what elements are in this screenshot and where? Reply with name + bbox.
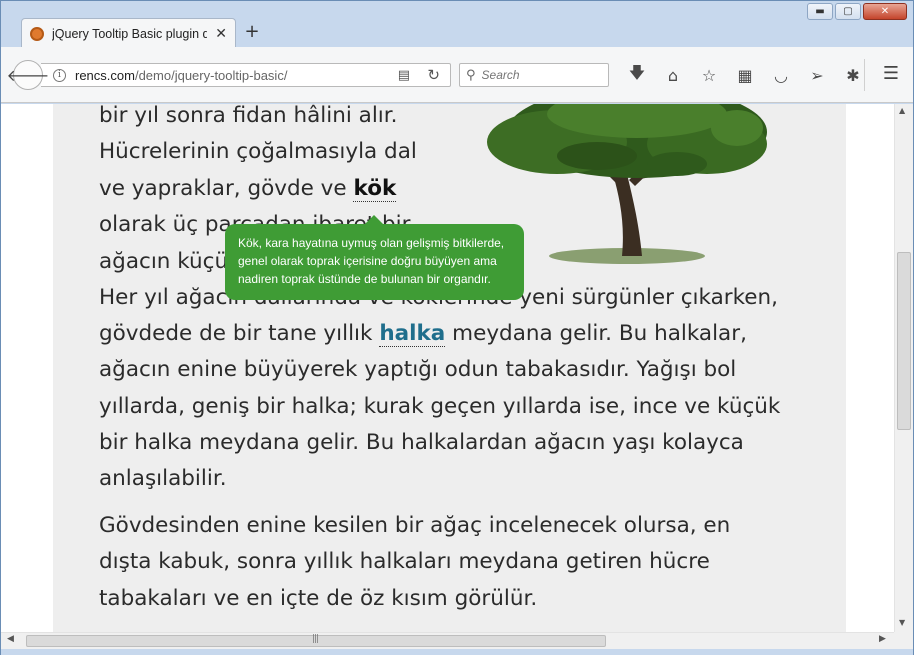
share-icon[interactable]: ➢ xyxy=(799,63,835,87)
tooltip-popup: Kök, kara hayatına uymuş olan gelişmiş b… xyxy=(225,215,524,300)
text-segment: meydana gelir. Bu halkalar, xyxy=(445,321,747,346)
text-line: tabakaları ve en içte de öz kısım görülü… xyxy=(99,586,538,611)
text-line: dışta kabuk, sonra yıllık halkaları meyd… xyxy=(99,549,710,574)
minimize-button[interactable]: ▬ xyxy=(807,3,833,20)
search-icon: ⚲ xyxy=(466,67,476,83)
url-path: /demo/jquery-tooltip-basic/ xyxy=(134,67,288,83)
site-favicon-icon xyxy=(30,26,44,41)
tab-active[interactable]: jQuery Tooltip Basic plugin d ✕ xyxy=(21,18,236,48)
vertical-scrollbar[interactable]: ▲ ▼ xyxy=(894,104,913,632)
article: bir yıl sonra fidan hâlini alır. Hücrele… xyxy=(53,104,846,632)
text-line: Hücrelerinin çoğalmasıyla dal xyxy=(99,139,417,164)
maximize-button[interactable]: ▢ xyxy=(835,3,861,20)
scroll-up-icon[interactable]: ▲ xyxy=(899,106,905,115)
pocket-icon[interactable]: ◡ xyxy=(763,63,799,87)
text-segment: gövdede de bir tane yıllık xyxy=(99,321,380,346)
navigation-bar: i rencs.com/demo/jquery-tooltip-basic/ ▤… xyxy=(1,47,913,103)
close-window-button[interactable]: ✕ xyxy=(863,3,907,20)
horizontal-scroll-thumb[interactable]: ||| xyxy=(26,634,606,647)
toolbar: 🡇 ⌂ ☆ ▦ ◡ ➢ ✱ xyxy=(619,63,871,87)
text-line: bir yıl sonra fidan hâlini alır. xyxy=(99,104,398,128)
browser-window: jQuery Tooltip Basic plugin d ✕ + ▬ ▢ ✕ … xyxy=(0,0,914,655)
horizontal-scrollbar[interactable]: ◀ ||| ▶ xyxy=(1,632,894,649)
scrollbar-corner xyxy=(894,632,913,649)
reader-view-icon[interactable]: ▤ xyxy=(398,68,410,83)
bookmarks-list-icon[interactable]: ▦ xyxy=(727,63,763,87)
window-bottom-frame xyxy=(1,649,913,655)
window-controls: ▬ ▢ ✕ xyxy=(807,3,907,20)
title-bar: jQuery Tooltip Basic plugin d ✕ + ▬ ▢ ✕ xyxy=(1,1,913,48)
url-host: rencs.com xyxy=(75,67,135,83)
menu-icon[interactable]: ☰ xyxy=(883,63,899,84)
back-button[interactable]: 🡐 xyxy=(7,60,49,90)
tooltip-term-kok[interactable]: kök xyxy=(353,176,397,202)
text-line: ağacın küçük xyxy=(99,249,241,274)
home-icon[interactable]: ⌂ xyxy=(655,63,691,87)
address-bar[interactable]: i rencs.com/demo/jquery-tooltip-basic/ ▤… xyxy=(41,63,451,87)
extension-icon[interactable]: ✱ xyxy=(835,63,871,87)
text-line: Gövdesinden enine kesilen bir ağaç incel… xyxy=(99,513,731,538)
reload-icon[interactable]: ↻ xyxy=(427,66,440,84)
text-line: gövdede de bir tane yıllık halka meydana… xyxy=(99,316,747,353)
page-viewport: bir yıl sonra fidan hâlini alır. Hücrele… xyxy=(1,104,894,632)
scroll-grip-icon: ||| xyxy=(312,634,319,644)
back-icon: 🡐 xyxy=(6,66,50,85)
download-icon[interactable]: 🡇 xyxy=(619,63,655,87)
search-bar[interactable]: ⚲ xyxy=(459,63,609,87)
scroll-right-icon[interactable]: ▶ xyxy=(879,634,886,644)
text-line: yıllarda, geniş bir halka; kurak geçen y… xyxy=(99,394,781,419)
tab-close-icon[interactable]: ✕ xyxy=(215,26,227,42)
vertical-scroll-thumb[interactable] xyxy=(897,252,911,430)
scroll-down-icon[interactable]: ▼ xyxy=(899,618,905,627)
toolbar-separator xyxy=(864,59,865,91)
text-line: ağacın enine büyüyerek yaptığı odun taba… xyxy=(99,357,737,382)
scroll-left-icon[interactable]: ◀ xyxy=(7,634,14,644)
tab-title: jQuery Tooltip Basic plugin d xyxy=(52,26,207,41)
text-segment: ve yapraklar, gövde ve xyxy=(99,176,354,201)
text-line: bir halka meydana gelir. Bu halkalardan … xyxy=(99,430,744,455)
url-text[interactable]: rencs.com/demo/jquery-tooltip-basic/ xyxy=(75,68,287,83)
new-tab-button[interactable]: + xyxy=(243,21,261,43)
text-line: ve yapraklar, gövde ve kök xyxy=(99,171,397,208)
bookmark-star-icon[interactable]: ☆ xyxy=(691,63,727,87)
search-input[interactable] xyxy=(481,68,592,82)
tooltip-term-halka[interactable]: halka xyxy=(379,321,446,347)
info-icon[interactable]: i xyxy=(53,68,66,82)
text-line: anlaşılabilir. xyxy=(99,466,227,491)
